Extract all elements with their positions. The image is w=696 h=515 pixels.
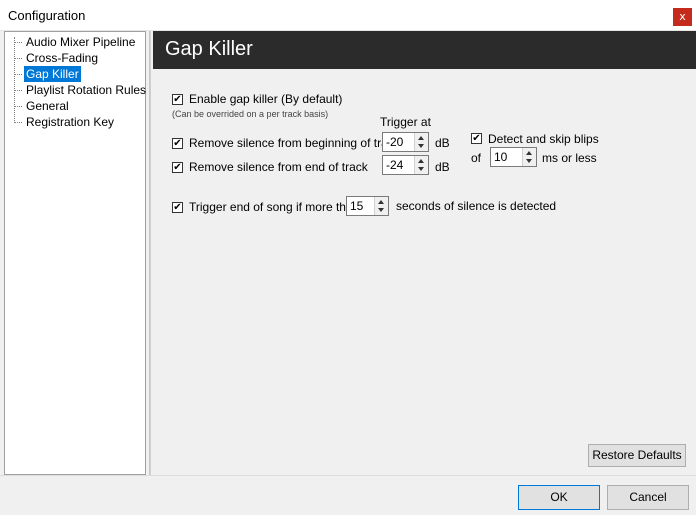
blips-of-label: of — [471, 151, 482, 165]
remove-silence-end-label: Remove silence from end of track — [189, 160, 368, 174]
check-icon: ✔ — [173, 138, 182, 149]
ok-button[interactable]: OK — [518, 485, 600, 510]
trigger-end-suffix: seconds of silence is detected — [396, 199, 557, 213]
check-icon: ✔ — [472, 133, 481, 144]
trigger-end-label: Trigger end of song if more than — [189, 200, 360, 214]
tree-item-label: Registration Key — [26, 115, 115, 129]
spin-up-icon[interactable] — [418, 136, 424, 140]
blips-unit: ms or less — [542, 151, 597, 165]
navigation-tree: Audio Mixer Pipeline Cross-Fading Gap Ki… — [4, 31, 146, 475]
cancel-button[interactable]: Cancel — [607, 485, 689, 510]
remove-silence-begin-checkbox[interactable]: ✔ — [172, 138, 183, 149]
spin-down-icon[interactable] — [378, 208, 384, 212]
detect-blips-checkbox[interactable]: ✔ — [471, 133, 482, 144]
remove-silence-begin-label: Remove silence from beginning of track — [189, 136, 400, 150]
spin-down-icon[interactable] — [418, 144, 424, 148]
begin-unit: dB — [435, 136, 450, 150]
check-icon: ✔ — [173, 162, 182, 173]
detect-blips-label: Detect and skip blips — [488, 132, 599, 146]
close-button[interactable]: x — [673, 8, 692, 26]
override-note: (Can be overrided on a per track basis) — [172, 109, 329, 119]
panel-header: Gap Killer — [153, 31, 696, 69]
end-unit: dB — [435, 160, 450, 174]
remove-silence-end-checkbox[interactable]: ✔ — [172, 162, 183, 173]
enable-gap-killer-label: Enable gap killer (By default) — [189, 92, 343, 106]
begin-threshold-spinner[interactable]: -20 — [382, 132, 429, 152]
tree-connector — [14, 37, 15, 121]
restore-defaults-button[interactable]: Restore Defaults — [588, 444, 686, 467]
tree-item-label: Cross-Fading — [26, 51, 99, 65]
blips-duration-value: 10 — [494, 150, 508, 164]
page-title: Gap Killer — [165, 38, 253, 60]
title-bar: Configuration x — [0, 0, 696, 31]
tree-item-label: General — [26, 99, 69, 113]
spin-down-icon[interactable] — [526, 159, 532, 163]
trigger-end-checkbox[interactable]: ✔ — [172, 202, 183, 213]
dialog-footer: OK Cancel — [0, 475, 696, 515]
trigger-end-spinner[interactable]: 15 — [346, 196, 389, 216]
tree-item-label: Gap Killer — [24, 66, 81, 82]
enable-gap-killer-checkbox[interactable]: ✔ — [172, 94, 183, 105]
window-title: Configuration — [8, 8, 86, 23]
spin-up-icon[interactable] — [526, 151, 532, 155]
spin-up-icon[interactable] — [378, 200, 384, 204]
tree-item-label: Playlist Rotation Rules — [26, 83, 147, 97]
trigger-end-value: 15 — [350, 199, 364, 213]
spin-down-icon[interactable] — [418, 167, 424, 171]
tree-item-label: Audio Mixer Pipeline — [26, 35, 136, 49]
trigger-at-label: Trigger at — [380, 115, 431, 129]
begin-threshold-value: -20 — [386, 135, 404, 149]
settings-panel: Gap Killer ✔ Enable gap killer (By defau… — [150, 31, 696, 475]
end-threshold-value: -24 — [386, 158, 404, 172]
check-icon: ✔ — [173, 202, 182, 213]
end-threshold-spinner[interactable]: -24 — [382, 155, 429, 175]
spin-up-icon[interactable] — [418, 159, 424, 163]
check-icon: ✔ — [173, 94, 182, 105]
blips-duration-spinner[interactable]: 10 — [490, 147, 537, 167]
close-icon: x — [679, 10, 686, 23]
